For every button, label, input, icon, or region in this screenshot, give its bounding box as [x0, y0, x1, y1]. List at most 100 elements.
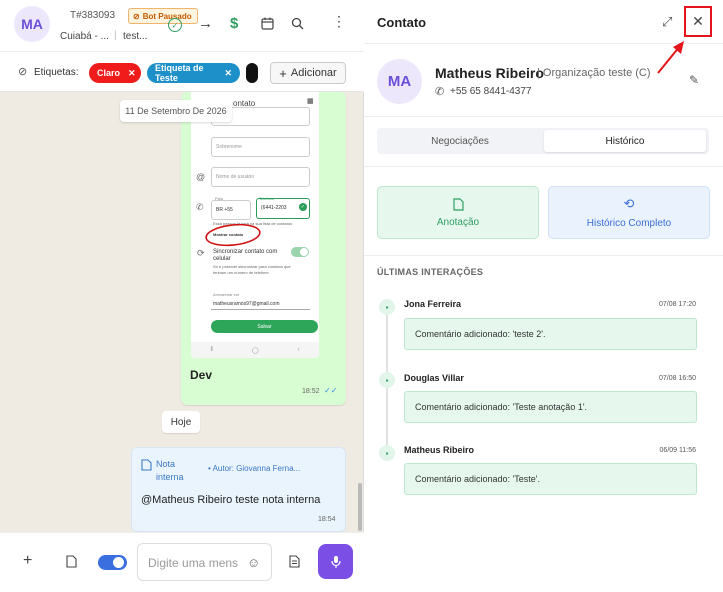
message-placeholder: Digite uma mens	[148, 556, 239, 570]
annotation-button[interactable]: Anotação	[377, 186, 539, 239]
phone-field-username: Nome de usuário	[211, 167, 310, 187]
email-value: matheusramos97@gmail.com	[213, 301, 280, 307]
interaction-text: Comentário adicionado: 'Teste anotação 1…	[404, 391, 697, 423]
composer: + Digite uma mens ☺	[0, 532, 364, 592]
contact-org: | Organização teste (C)	[537, 67, 651, 79]
file-icon[interactable]	[66, 555, 77, 568]
forward-arrow-icon[interactable]: →	[198, 15, 213, 32]
note-icon: ▪	[379, 445, 395, 461]
country-select: BR +55	[211, 200, 251, 220]
qr-icon: ▦	[307, 98, 314, 105]
note-type: Nota interna	[156, 459, 184, 482]
tabs: Negociações Histórico	[377, 128, 709, 154]
plus-icon[interactable]: +	[23, 552, 32, 570]
phone-icon: ✆	[435, 86, 445, 98]
phone-valid-icon: ✓	[299, 203, 307, 211]
sync-label: Sincronizar contato com celular	[213, 249, 278, 262]
edit-icon[interactable]: ✎	[689, 73, 699, 87]
calendar-icon[interactable]	[261, 17, 274, 30]
date-pill: 11 De Setembro De 2026	[120, 100, 232, 122]
phone-nav-bar: ⦀ ◯ ‹	[191, 342, 319, 358]
nav-recent-icon: ⦀	[210, 346, 214, 353]
contact-phone: +55 65 8441-4377	[450, 86, 532, 97]
interaction-text: Comentário adicionado: 'teste 2'.	[404, 318, 697, 350]
tab-negociacoes[interactable]: Negociações	[377, 128, 543, 154]
bot-paused-icon: ⊘	[133, 11, 140, 21]
microphone-icon	[330, 555, 341, 569]
check-circle-icon[interactable]: ✓	[168, 18, 182, 32]
at-icon: @	[196, 172, 206, 182]
interaction-text: Comentário adicionado: 'Teste'.	[404, 463, 697, 495]
scrollbar[interactable]	[358, 483, 362, 531]
more-vertical-icon[interactable]: ⋮	[332, 14, 346, 28]
annotation-label: Anotação	[436, 216, 480, 228]
tag-etiqueta-teste[interactable]: Etiqueta de Teste ✕	[147, 63, 240, 83]
tag-remove-icon[interactable]: ✕	[128, 68, 136, 79]
separator	[364, 166, 723, 167]
note-author: • Autor: Giovanna Ferna...	[208, 464, 301, 473]
dollar-icon[interactable]: $	[230, 15, 238, 32]
section-title: ÚLTIMAS INTERAÇÕES	[377, 267, 484, 277]
note-icon	[452, 197, 464, 211]
sync-toggle-knob	[300, 248, 308, 256]
chat-panel: MA T#383093 ⊘ Bot Pausado Cuiabá - ... t…	[0, 0, 364, 592]
close-button[interactable]: ✕	[684, 6, 712, 37]
history-icon: ⟲	[623, 196, 635, 211]
bot-status-label: Bot Pausado	[142, 11, 192, 21]
add-tag-button[interactable]: + Adicionar	[270, 62, 346, 84]
phone-screenshot[interactable]: ontato ▦ Sobrenome @ Nome de usuário ✆ P…	[191, 92, 319, 358]
plus-icon: +	[279, 65, 287, 81]
tag-remove-icon[interactable]: ✕	[224, 68, 232, 79]
tags-bar: ⊘ Etiquetas: Claro ✕ Etiqueta de Teste ✕…	[0, 52, 364, 92]
full-history-button[interactable]: ⟲ Histórico Completo	[548, 186, 710, 239]
note-icon	[141, 459, 152, 471]
avatar[interactable]: MA	[14, 6, 50, 42]
note-time: 18:54	[318, 516, 336, 523]
bot-status-badge[interactable]: ⊘ Bot Pausado	[128, 8, 198, 24]
email-line	[211, 309, 310, 310]
interaction-date: 06/09 11:56	[659, 447, 696, 454]
tag-claro[interactable]: Claro ✕	[89, 63, 141, 83]
toggle-knob	[113, 557, 124, 568]
phone-field-surname: Sobrenome	[211, 137, 310, 157]
emoji-icon[interactable]: ☺	[247, 555, 260, 570]
note-icon: ▪	[379, 372, 395, 388]
sync-desc: Só é possível sincronizar para contatos …	[213, 264, 291, 275]
interaction-author: Jona Ferreira	[404, 299, 462, 309]
close-icon: ✕	[692, 13, 704, 29]
tag-overflow[interactable]	[246, 63, 258, 83]
interaction-date: 07/08 17:20	[659, 301, 696, 308]
interaction-author: Douglas Villar	[404, 373, 464, 383]
save-to-label: Armazenar em	[213, 292, 240, 297]
tag-label: Claro	[97, 68, 121, 78]
tag-label: Etiqueta de Teste	[155, 63, 204, 83]
timeline-line	[386, 313, 388, 375]
note-text: @Matheus Ribeiro teste nota interna	[141, 494, 321, 506]
image-message[interactable]: ontato ▦ Sobrenome @ Nome de usuário ✆ P…	[181, 92, 346, 405]
phone-save-button: Salvar	[211, 320, 318, 333]
contact-name: Matheus Ribeiro	[435, 65, 544, 81]
search-icon[interactable]	[291, 17, 304, 30]
tag-icon: ⊘	[18, 66, 28, 78]
sub-divider: |	[114, 30, 117, 41]
expand-icon[interactable]: ⤢	[662, 14, 672, 30]
template-icon[interactable]	[289, 555, 300, 568]
internal-note[interactable]: Nota interna • Autor: Giovanna Ferna... …	[131, 447, 346, 532]
nav-home-icon: ◯	[251, 347, 259, 354]
panel-title: Contato	[377, 15, 427, 30]
mic-button[interactable]	[318, 544, 353, 579]
image-caption: Dev	[190, 368, 213, 382]
note-icon: ▪	[379, 299, 395, 315]
today-pill: Hoje	[162, 411, 200, 433]
message-input[interactable]: Digite uma mens ☺	[137, 543, 272, 581]
red-arrow-annotation	[657, 41, 684, 74]
contact-panel: Contato ⤢ ✕ MA Matheus Ribeiro | Organiz…	[364, 0, 723, 592]
nav-back-icon: ‹	[297, 347, 300, 353]
add-tag-label: Adicionar	[290, 67, 337, 79]
chat-header: MA T#383093 ⊘ Bot Pausado Cuiabá - ... t…	[0, 0, 364, 52]
phone-icon: ✆	[196, 202, 204, 212]
sub-label: test...	[123, 31, 148, 42]
interaction-date: 07/08 16:50	[659, 375, 696, 382]
tab-historico[interactable]: Histórico	[544, 130, 706, 152]
separator	[364, 255, 723, 256]
